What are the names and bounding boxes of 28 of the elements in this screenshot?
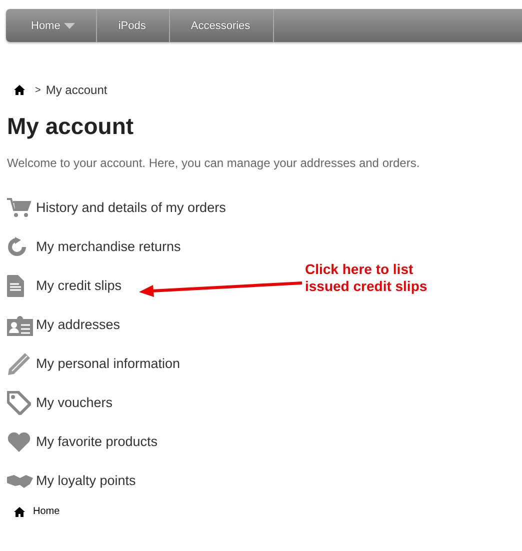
account-link[interactable]: My loyalty points	[36, 473, 136, 488]
cart-icon	[7, 198, 31, 218]
home-icon[interactable]	[14, 506, 25, 516]
caret-icon	[64, 22, 76, 28]
account-link[interactable]: My favorite products	[36, 434, 158, 449]
breadcrumb-current: My account	[46, 83, 108, 97]
account-link[interactable]: My credit slips	[36, 278, 122, 293]
account-link[interactable]: History and details of my orders	[36, 200, 226, 215]
annotation-text: Click here to list issued credit slips	[305, 261, 428, 295]
heart-icon	[7, 432, 31, 452]
nav-link[interactable]: iPods	[97, 9, 170, 42]
handshake-icon	[7, 474, 33, 488]
nav-link[interactable]: Home	[6, 9, 98, 42]
tag-icon	[7, 390, 31, 414]
intro-text: Welcome to your account. Here, you can manage your addresses and orders.	[7, 156, 421, 170]
nav-link[interactable]: Accessories	[170, 9, 274, 42]
home-icon[interactable]	[14, 85, 25, 95]
account-link[interactable]: My addresses	[36, 317, 120, 332]
breadcrumb-separator: >	[35, 84, 41, 96]
home-link[interactable]: Home	[33, 506, 60, 517]
account-link[interactable]: My merchandise returns	[36, 239, 181, 254]
account-link[interactable]: My personal information	[36, 356, 180, 371]
pencil-icon	[7, 352, 31, 376]
account-link[interactable]: My vouchers	[36, 395, 113, 410]
refresh-icon	[7, 236, 27, 256]
page-title: My account	[7, 113, 135, 140]
document-icon	[7, 274, 24, 296]
contact-card-icon	[7, 314, 33, 336]
